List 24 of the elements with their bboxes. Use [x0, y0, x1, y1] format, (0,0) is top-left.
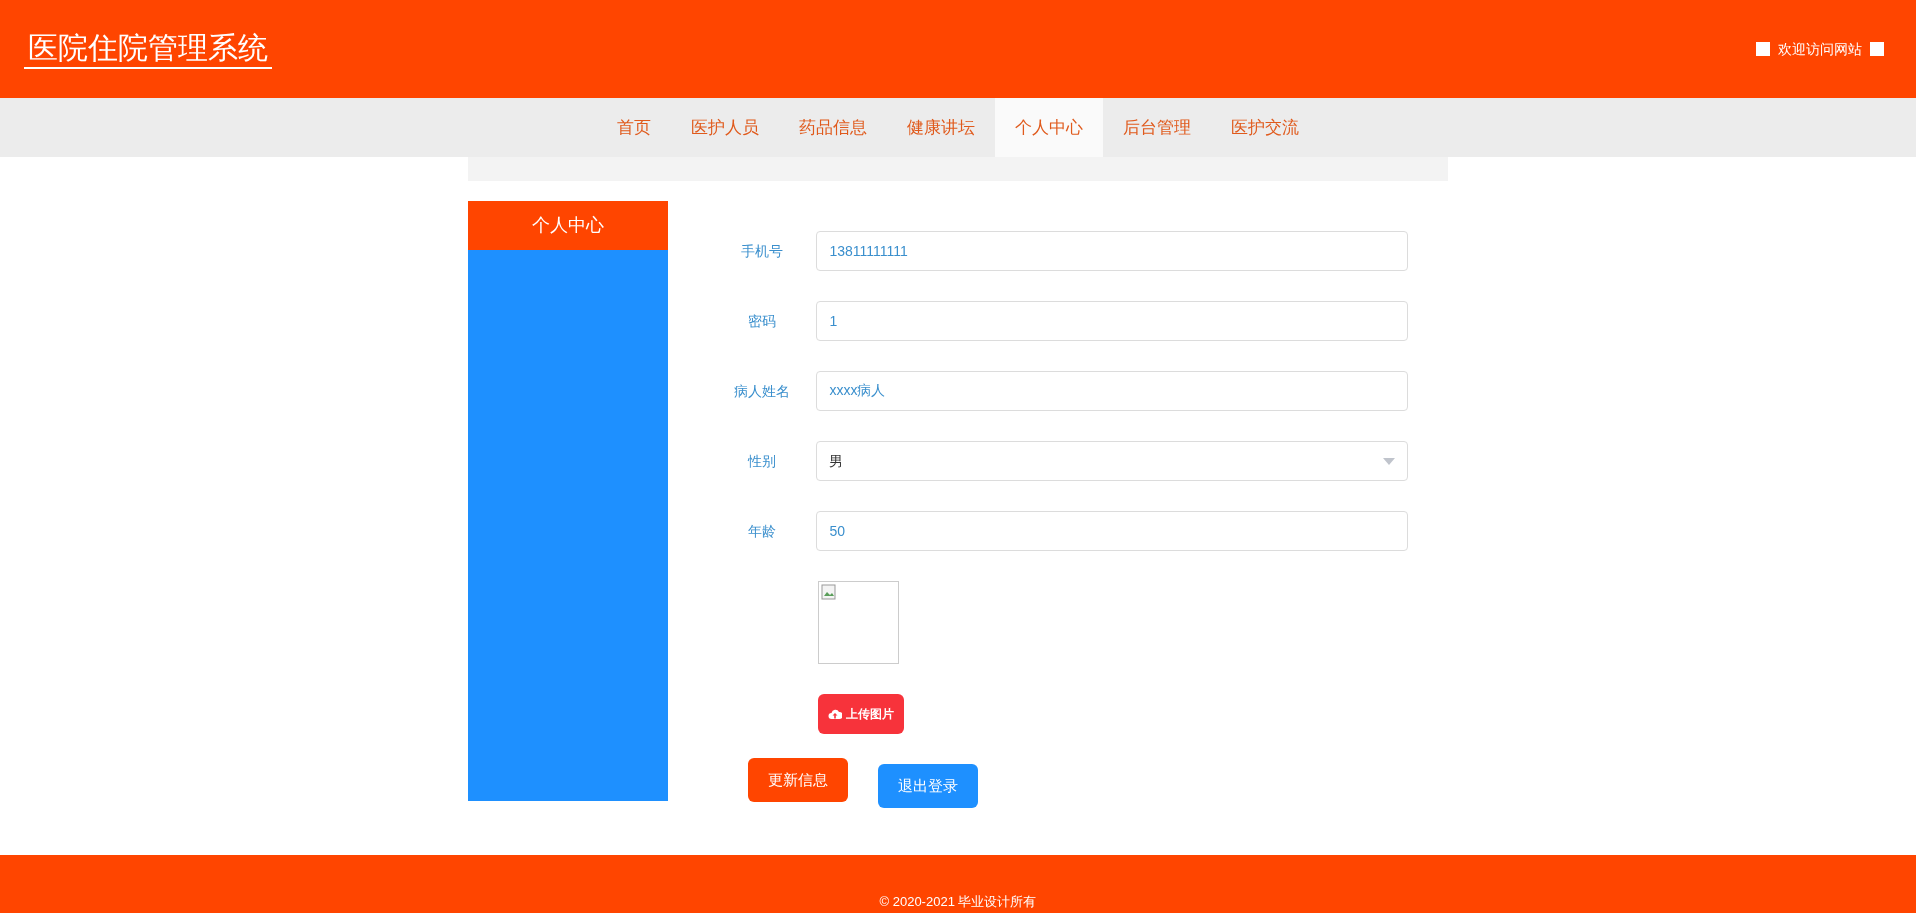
gender-select[interactable]: 男 — [816, 441, 1408, 481]
text-field[interactable]: 1 — [816, 301, 1408, 341]
sidebar-title: 个人中心 — [468, 201, 668, 250]
text-field[interactable]: 13811111111 — [816, 231, 1408, 271]
broken-image-icon — [821, 584, 837, 600]
welcome-text: 欢迎访问网站 — [1777, 39, 1863, 59]
text-field[interactable]: 50 — [816, 511, 1408, 551]
field-label: 病人姓名 — [733, 381, 792, 401]
field-label: 性别 — [746, 451, 778, 471]
text-field[interactable]: xxxx病人 — [816, 371, 1408, 411]
square-icon — [1756, 42, 1770, 56]
select-value: 男 — [829, 451, 844, 471]
square-icon — [1870, 42, 1884, 56]
caret-icon — [1383, 457, 1395, 465]
upload-button[interactable]: 上传图片 — [818, 694, 904, 734]
update-button[interactable]: 更新信息 — [748, 758, 848, 802]
logout-button[interactable]: 退出登录 — [878, 764, 978, 808]
site-title: 医院住院管理系统 — [24, 29, 272, 69]
nav-tab[interactable]: 个人中心 — [995, 98, 1103, 157]
field-label: 手机号 — [740, 241, 785, 261]
field-label: 密码 — [747, 311, 778, 331]
copyright-text: © 2020-2021 毕业设计所有 — [879, 892, 1037, 911]
cloud-upload-icon — [828, 708, 842, 720]
field-label: 年龄 — [747, 521, 778, 541]
